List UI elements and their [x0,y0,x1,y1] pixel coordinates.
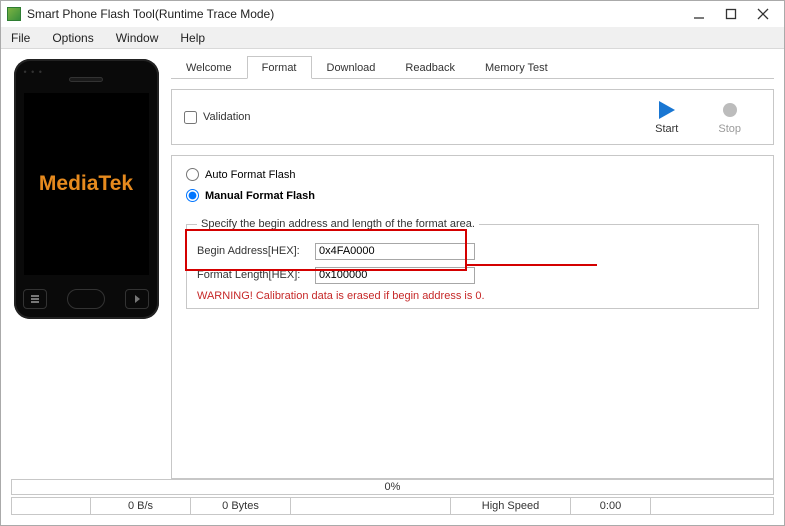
phone-home-icon [67,289,105,309]
radio-manual-label: Manual Format Flash [205,190,315,202]
radio-auto-format[interactable]: Auto Format Flash [186,168,759,181]
begin-address-input[interactable] [315,243,475,260]
main-area: • • • MediaTek Welcome Format Download R… [1,49,784,479]
right-panel: Welcome Format Download Readback Memory … [171,49,784,479]
format-length-input[interactable] [315,267,475,284]
close-button[interactable] [756,7,770,21]
menu-help[interactable]: Help [176,29,209,47]
status-time: 0:00 [571,497,651,515]
format-mode-radios: Auto Format Flash Manual Format Flash [186,168,759,202]
radio-auto-label: Auto Format Flash [205,169,295,181]
status-spacer-mid [291,497,451,515]
phone-back-icon [125,289,149,309]
menu-file[interactable]: File [7,29,34,47]
maximize-button[interactable] [724,7,738,21]
left-panel: • • • MediaTek [1,49,171,479]
status-bytes: 0 Bytes [191,497,291,515]
tab-download[interactable]: Download [312,56,391,79]
menu-window[interactable]: Window [112,29,163,47]
status-rate: 0 B/s [91,497,191,515]
validation-label: Validation [203,111,251,123]
tab-welcome[interactable]: Welcome [171,56,247,79]
validation-checkbox[interactable] [184,111,197,124]
stop-icon [723,103,737,117]
format-length-label: Format Length[HEX]: [197,269,315,281]
action-buttons: Start Stop [655,99,761,135]
start-label: Start [655,123,678,135]
phone-menu-icon [23,289,47,309]
stop-button[interactable]: Stop [718,99,741,135]
status-mode: High Speed [451,497,571,515]
action-box: Validation Start Stop [171,89,774,145]
menu-options[interactable]: Options [48,29,97,47]
window-controls [692,7,778,21]
status-spacer-right [651,497,774,515]
stop-label: Stop [718,123,741,135]
progress-percent: 0% [12,480,773,494]
validation-check[interactable]: Validation [184,111,251,124]
tab-readback[interactable]: Readback [390,56,470,79]
tab-format[interactable]: Format [247,56,312,79]
phone-screen: MediaTek [24,93,149,275]
status-cells: 0 B/s 0 Bytes High Speed 0:00 [11,497,774,515]
params-legend: Specify the begin address and length of … [197,218,479,230]
status-spacer-left [11,497,91,515]
format-params: Specify the begin address and length of … [186,218,759,309]
menubar: File Options Window Help [1,27,784,49]
phone-speaker [69,77,103,82]
phone-brand: MediaTek [39,172,133,196]
start-button[interactable]: Start [655,99,678,135]
tab-memory-test[interactable]: Memory Test [470,56,563,79]
status-bar: 0% 0 B/s 0 Bytes High Speed 0:00 [1,479,784,517]
progress-bar: 0% [11,479,774,495]
phone-nav [14,289,159,309]
radio-manual-input[interactable] [186,189,199,202]
phone-mockup: • • • MediaTek [14,59,159,319]
play-icon [659,101,675,119]
format-length-row: Format Length[HEX]: [197,264,748,286]
begin-address-label: Begin Address[HEX]: [197,245,315,257]
tab-strip: Welcome Format Download Readback Memory … [171,55,774,79]
radio-auto-input[interactable] [186,168,199,181]
begin-address-row: Begin Address[HEX]: [197,240,748,262]
phone-dots: • • • [24,67,43,77]
warning-text: WARNING! Calibration data is erased if b… [197,290,748,302]
minimize-button[interactable] [692,7,706,21]
titlebar: Smart Phone Flash Tool(Runtime Trace Mod… [1,1,784,27]
radio-manual-format[interactable]: Manual Format Flash [186,189,759,202]
app-icon [7,7,21,21]
window-title: Smart Phone Flash Tool(Runtime Trace Mod… [27,7,692,21]
format-content: Auto Format Flash Manual Format Flash Sp… [171,155,774,479]
